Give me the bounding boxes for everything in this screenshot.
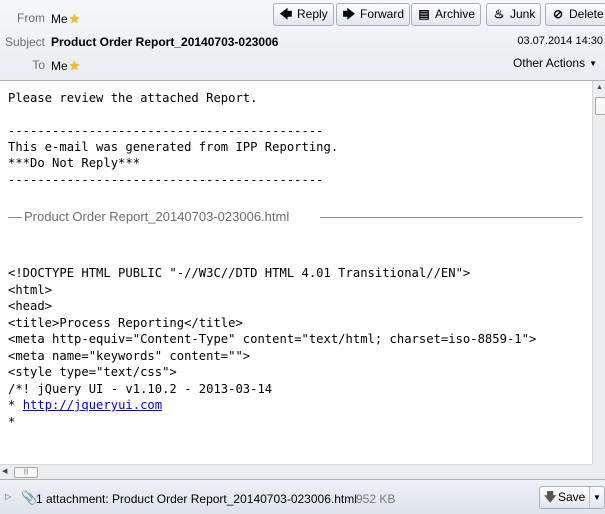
expand-triangle-icon[interactable]: ▷ — [5, 492, 11, 501]
link-prefix: * — [8, 398, 23, 412]
junk-flame-icon: ♨ — [493, 7, 505, 21]
delete-label: Delete — [569, 7, 604, 21]
attachment-summary[interactable]: 1 attachment: Product Order Report_20140… — [36, 492, 357, 506]
generated-notice: This e-mail was generated from IPP Repor… — [8, 140, 339, 154]
separator-line: ----------------------------------------… — [8, 173, 324, 187]
from-name[interactable]: Me — [51, 12, 68, 26]
code-line-link: * http://jqueryui.com — [8, 397, 536, 414]
forward-button[interactable]: 🡆 Forward — [336, 3, 411, 26]
chevron-down-icon: ▼ — [589, 59, 597, 68]
to-value[interactable]: Me★ — [51, 58, 80, 74]
save-label: Save — [558, 490, 586, 504]
code-line: <head> — [8, 299, 53, 313]
reply-button[interactable]: 🡄 Reply — [273, 3, 334, 26]
vertical-scrollbar[interactable]: ▲ — [592, 81, 605, 464]
from-label: From — [17, 11, 45, 25]
to-name[interactable]: Me — [51, 59, 68, 73]
vertical-scroll-thumb[interactable] — [595, 97, 605, 115]
code-line: <meta name="keywords" content=""> — [8, 348, 251, 363]
other-actions-menu[interactable]: Other Actions ▼ — [513, 56, 597, 70]
archive-button[interactable]: ▤ Archive — [411, 3, 482, 26]
code-line: <html> — [8, 282, 53, 297]
separator-line: ----------------------------------------… — [8, 124, 324, 138]
message-date: 03.07.2014 14:30 — [517, 35, 603, 47]
scroll-left-icon[interactable]: ◀ — [2, 465, 7, 479]
chevron-down-icon[interactable]: ▼ — [589, 487, 604, 508]
message-header: From Me★ 🡄 Reply 🡆 Forward ▤ Archive ♨ Junk … — [0, 0, 605, 81]
subject-label: Subject — [4, 35, 45, 49]
code-line: <title>Process Reporting</title> — [8, 315, 243, 330]
archive-label: Archive — [435, 7, 476, 21]
attachment-separator-name: Product Order Report_20140703-023006.htm… — [22, 209, 292, 224]
code-line: /*! jQuery UI - v1.10.2 - 2013-03-14 — [8, 381, 273, 396]
scroll-up-icon[interactable]: ▲ — [593, 81, 605, 95]
scrollbar-corner — [592, 464, 605, 479]
forward-arrow-icon: 🡆 — [342, 7, 356, 21]
star-icon[interactable]: ★ — [69, 11, 81, 26]
from-value[interactable]: Me★ — [51, 11, 80, 27]
save-button[interactable]: 🡇 Save ▼ — [539, 486, 605, 509]
reply-label: Reply — [297, 7, 328, 21]
horizontal-scroll-thumb[interactable]: ||| — [14, 467, 38, 478]
message-body[interactable]: Please review the attached Report. -----… — [0, 81, 592, 464]
attachment-bar: ▷ 📎 1 attachment: Product Order Report_2… — [0, 479, 605, 514]
attachment-source: <!DOCTYPE HTML PUBLIC "-//W3C//DTD HTML … — [8, 265, 536, 430]
archive-box-icon: ▤ — [418, 7, 430, 21]
delete-button[interactable]: ⊘ Delete — [545, 3, 605, 26]
divider — [320, 217, 583, 218]
subject-value: Product Order Report_20140703-023006 — [51, 35, 279, 49]
code-line: <meta http-equiv="Content-Type" content=… — [8, 332, 537, 346]
no-reply-notice: ***Do Not Reply*** — [8, 156, 141, 170]
star-icon[interactable]: ★ — [69, 58, 81, 73]
forward-label: Forward — [360, 7, 405, 21]
reply-arrow-icon: 🡄 — [279, 7, 293, 21]
horizontal-scrollbar[interactable]: ◀ ||| — [0, 464, 592, 479]
download-arrow-icon: 🡇 — [544, 490, 557, 504]
delete-icon: ⊘ — [552, 7, 564, 21]
attachment-separator: Product Order Report_20140703-023006.htm… — [8, 208, 583, 226]
attachment-size: 952 KB — [356, 492, 396, 506]
code-line: * — [8, 414, 16, 429]
junk-button[interactable]: ♨ Junk — [486, 3, 542, 26]
code-line: <!DOCTYPE HTML PUBLIC "-//W3C//DTD HTML … — [8, 266, 471, 280]
to-label: To — [32, 58, 45, 72]
other-actions-label: Other Actions — [513, 56, 586, 70]
jqueryui-link[interactable]: http://jqueryui.com — [23, 398, 162, 412]
junk-label: Junk — [510, 7, 536, 21]
code-line: <style type="text/css"> — [8, 365, 177, 379]
paperclip-icon: 📎 — [21, 490, 38, 505]
intro-text: Please review the attached Report. — [8, 91, 258, 105]
divider — [8, 217, 22, 218]
